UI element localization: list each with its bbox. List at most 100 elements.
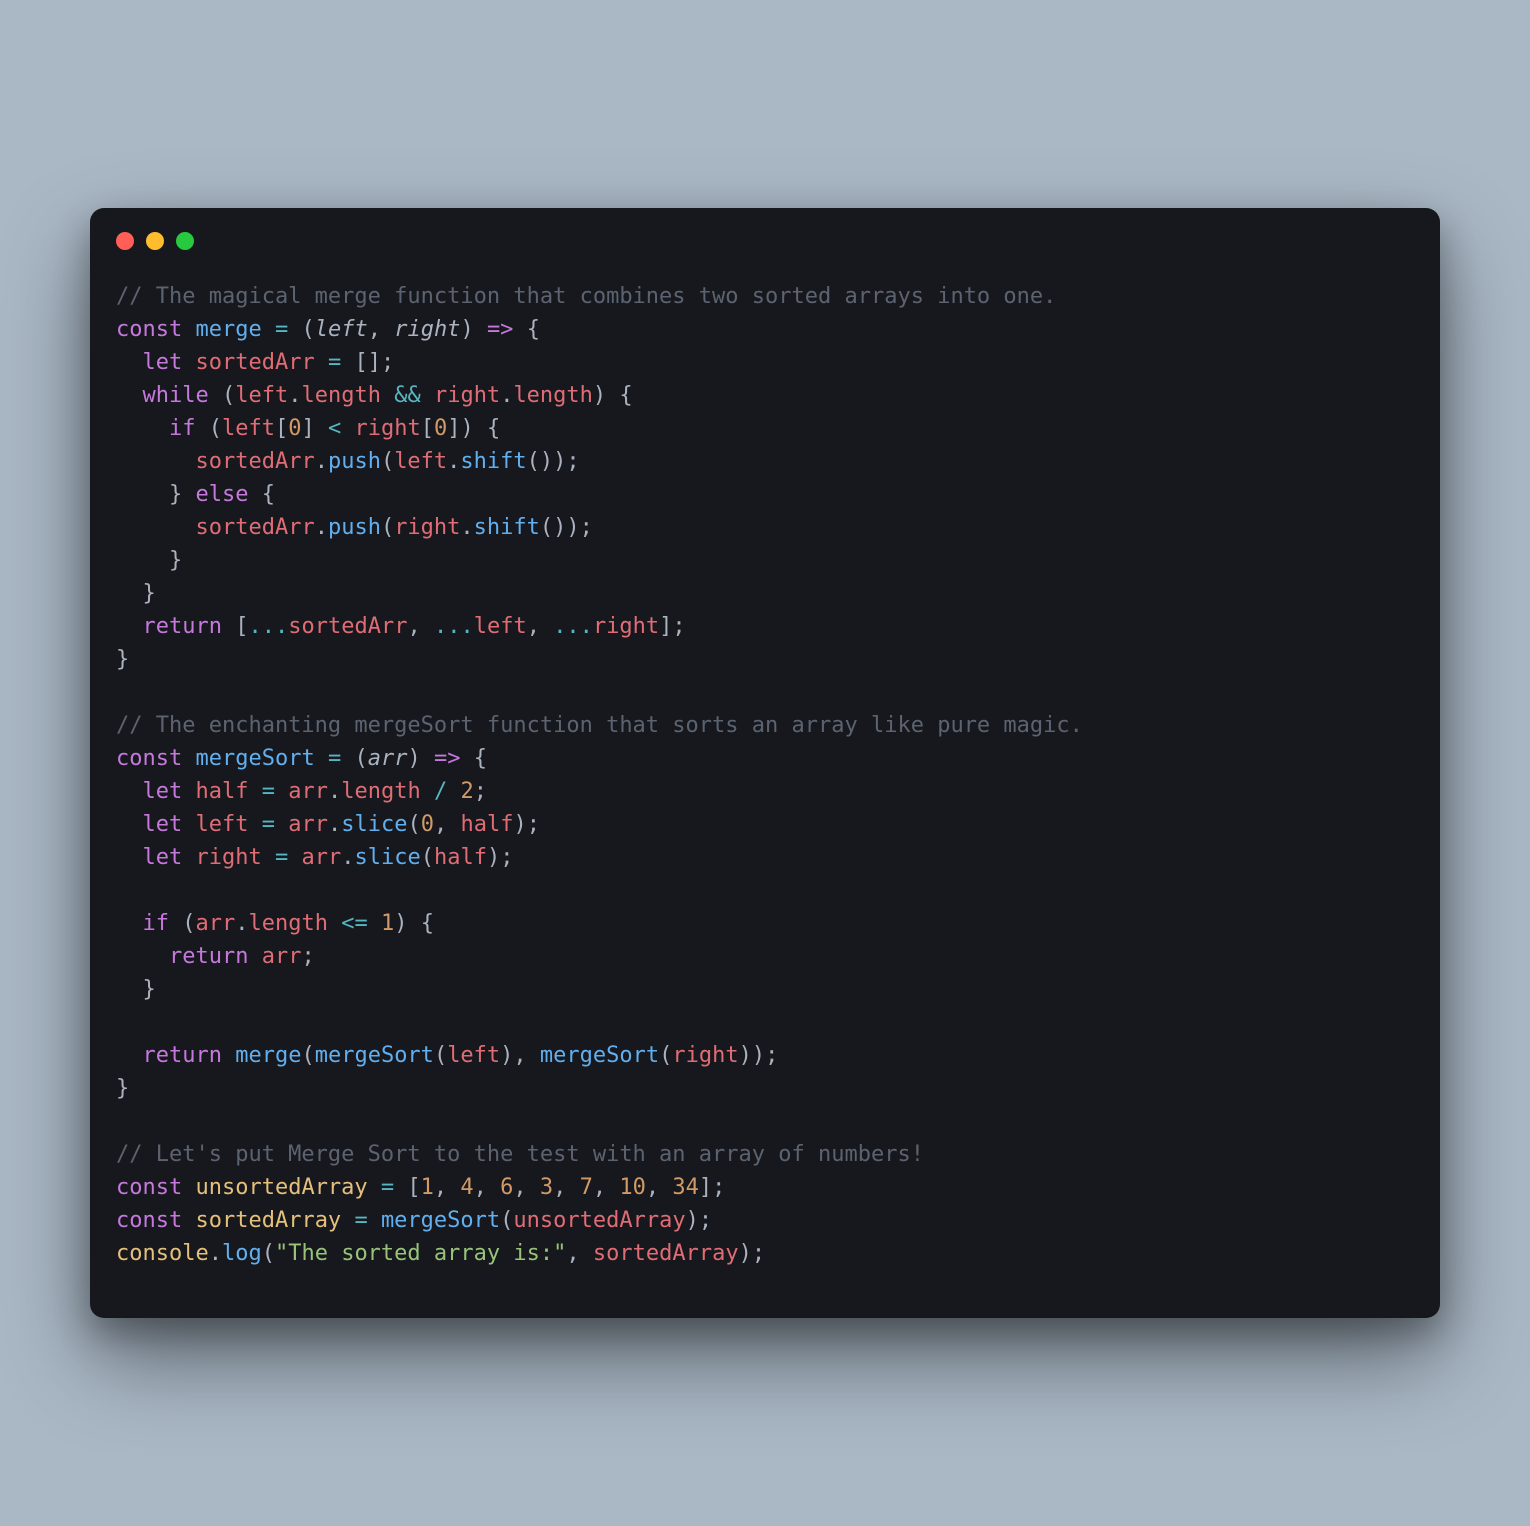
- code-token: (: [540, 515, 553, 540]
- code-token: const: [116, 317, 182, 342]
- code-token: 3: [540, 1175, 553, 1200]
- code-token: const: [116, 746, 182, 771]
- code-token: mergeSort: [381, 1208, 500, 1233]
- code-token: ): [407, 746, 420, 771]
- code-token: ]: [368, 350, 381, 375]
- minimize-icon[interactable]: [146, 232, 164, 250]
- code-token: 1: [381, 911, 394, 936]
- code-token: =: [262, 779, 275, 804]
- code-token: arr: [301, 845, 341, 870]
- code-token: =: [328, 350, 341, 375]
- code-token: (: [381, 515, 394, 540]
- code-token: "The sorted array is:": [275, 1241, 566, 1266]
- code-token: ]: [699, 1175, 712, 1200]
- code-token: =: [381, 1175, 394, 1200]
- code-token: (: [182, 911, 195, 936]
- code-content[interactable]: // The magical merge function that combi…: [90, 260, 1440, 1280]
- code-token: [: [421, 416, 434, 441]
- code-token: ): [394, 911, 407, 936]
- code-token: ): [752, 1043, 765, 1068]
- code-token: =: [275, 317, 288, 342]
- code-token: return: [169, 944, 248, 969]
- code-token: ;: [765, 1043, 778, 1068]
- code-token: left: [315, 317, 368, 342]
- code-token: half: [196, 779, 249, 804]
- code-token: left: [235, 383, 288, 408]
- code-token: left: [447, 1043, 500, 1068]
- code-token: return: [143, 1043, 222, 1068]
- code-token: }: [143, 581, 156, 606]
- code-token: ,: [553, 1175, 566, 1200]
- code-token: const: [116, 1175, 182, 1200]
- maximize-icon[interactable]: [176, 232, 194, 250]
- code-token: (: [659, 1043, 672, 1068]
- code-token: ,: [513, 1175, 526, 1200]
- code-token: 0: [421, 812, 434, 837]
- code-token: ;: [712, 1175, 725, 1200]
- code-token: ): [739, 1043, 752, 1068]
- code-token: half: [434, 845, 487, 870]
- code-token: ): [686, 1208, 699, 1233]
- code-token: // Let's put Merge Sort to the test with…: [116, 1142, 924, 1167]
- code-token: left: [394, 449, 447, 474]
- code-token: console: [116, 1241, 209, 1266]
- code-token: left: [474, 614, 527, 639]
- code-token: right: [394, 317, 460, 342]
- code-token: =>: [487, 317, 514, 342]
- code-token: (: [421, 845, 434, 870]
- code-token: <=: [341, 911, 368, 936]
- code-token: else: [195, 482, 248, 507]
- code-token: ]: [301, 416, 314, 441]
- code-token: =: [354, 1208, 367, 1233]
- code-token: {: [619, 383, 632, 408]
- close-icon[interactable]: [116, 232, 134, 250]
- code-token: arr: [262, 944, 302, 969]
- code-token: (: [500, 1208, 513, 1233]
- code-token: {: [487, 416, 500, 441]
- code-token: let: [143, 845, 183, 870]
- code-token: (: [527, 449, 540, 474]
- code-token: .: [315, 449, 328, 474]
- code-token: right: [354, 416, 420, 441]
- code-token: shift: [460, 449, 526, 474]
- code-token: 1: [421, 1175, 434, 1200]
- code-token: (: [407, 812, 420, 837]
- code-token: 10: [619, 1175, 646, 1200]
- code-token: 34: [672, 1175, 699, 1200]
- code-token: <: [328, 416, 341, 441]
- code-token: arr: [196, 911, 236, 936]
- code-token: }: [116, 647, 129, 672]
- code-token: .: [447, 449, 460, 474]
- code-token: .: [328, 812, 341, 837]
- code-token: ,: [593, 1175, 606, 1200]
- code-token: {: [474, 746, 487, 771]
- code-token: 2: [460, 779, 473, 804]
- code-token: // The magical merge function that combi…: [116, 284, 1056, 309]
- code-token: ;: [500, 845, 513, 870]
- code-token: 4: [460, 1175, 473, 1200]
- code-token: ): [460, 317, 473, 342]
- code-token: }: [143, 977, 156, 1002]
- code-token: sortedArr: [195, 449, 314, 474]
- code-token: length: [249, 911, 328, 936]
- code-token: }: [116, 1076, 129, 1101]
- code-token: 0: [288, 416, 301, 441]
- code-token: // The enchanting mergeSort function tha…: [116, 713, 1083, 738]
- code-token: sortedArr: [196, 350, 315, 375]
- code-token: right: [394, 515, 460, 540]
- code-token: unsortedArray: [513, 1208, 685, 1233]
- code-token: ;: [672, 614, 685, 639]
- code-token: {: [527, 317, 540, 342]
- code-token: ;: [301, 944, 314, 969]
- code-token: left: [222, 416, 275, 441]
- code-token: }: [169, 548, 182, 573]
- code-token: =>: [434, 746, 461, 771]
- code-token: ,: [513, 1043, 526, 1068]
- code-token: merge: [195, 317, 261, 342]
- code-token: (: [434, 1043, 447, 1068]
- code-token: ;: [580, 515, 593, 540]
- code-token: (: [301, 317, 314, 342]
- code-token: ,: [407, 614, 420, 639]
- code-token: .: [209, 1241, 222, 1266]
- code-token: .: [500, 383, 513, 408]
